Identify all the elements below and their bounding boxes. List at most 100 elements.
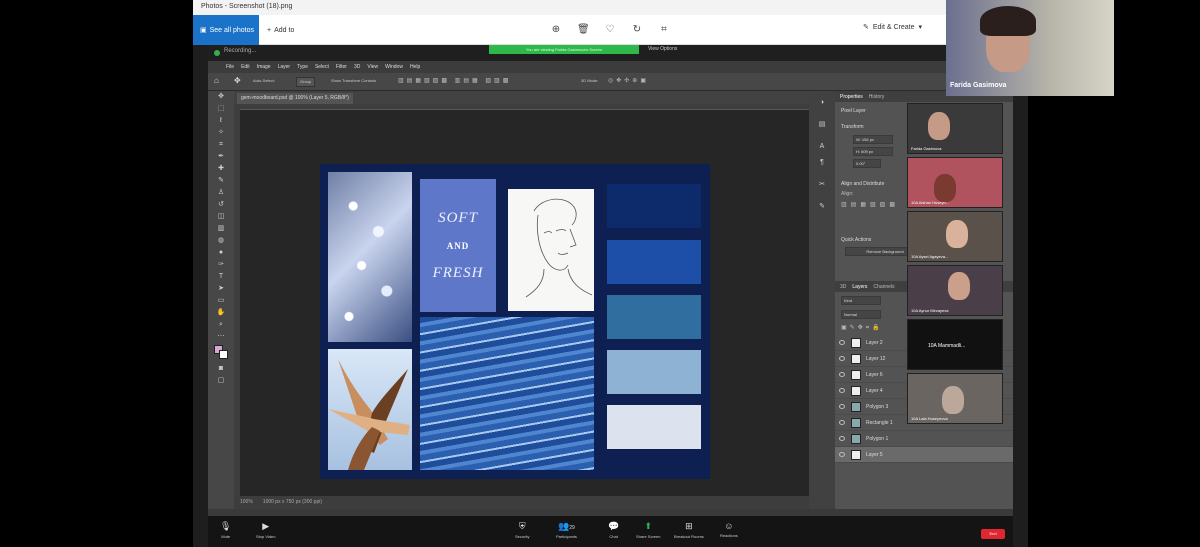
magic-wand-icon[interactable]: ✧	[208, 127, 234, 139]
screen-mode-icon[interactable]: ▢	[208, 375, 234, 387]
eye-icon[interactable]	[839, 388, 845, 393]
layer-row[interactable]: Polygon 1	[835, 431, 1013, 447]
gradient-tool-icon[interactable]: ▥	[208, 223, 234, 235]
share-screen-button[interactable]: ⬆ Share Screen	[636, 521, 660, 539]
eye-icon[interactable]	[839, 404, 845, 409]
menu-window[interactable]: Window	[385, 64, 403, 70]
tab-history[interactable]: History	[869, 94, 885, 100]
participant-tile[interactable]: 10A Mammadli...	[907, 319, 1003, 370]
healing-brush-icon[interactable]: ✚	[208, 163, 234, 175]
paragraph-icon[interactable]: ¶	[809, 157, 835, 169]
eraser-icon[interactable]: ◫	[208, 211, 234, 223]
crop-tool-icon[interactable]: ⌗	[208, 139, 234, 151]
align-buttons[interactable]: ▥▤▦▧▨▩	[841, 201, 899, 208]
view-options-button[interactable]: View Options	[648, 46, 677, 52]
home-icon[interactable]: ⌂	[214, 76, 219, 85]
brush-tool-icon[interactable]: ✎	[208, 175, 234, 187]
pen-tool-icon[interactable]: ✑	[208, 259, 234, 271]
menu-image[interactable]: Image	[257, 64, 271, 70]
participant-name: 10A Aynur Mirzayeva	[911, 308, 949, 313]
participant-name: 10A Aysel Agayeva...	[911, 254, 949, 259]
angle-field[interactable]: 0.00°	[853, 159, 881, 168]
document-tab[interactable]: gem-moodboard.psd @ 100% (Layer 5, RGB/8…	[237, 93, 353, 104]
menu-help[interactable]: Help	[410, 64, 420, 70]
eye-icon[interactable]	[839, 340, 845, 345]
menu-view[interactable]: View	[367, 64, 378, 70]
stamp-tool-icon[interactable]: ♙	[208, 187, 234, 199]
character-icon[interactable]: A	[809, 141, 835, 153]
dodge-tool-icon[interactable]: ●	[208, 247, 234, 259]
more-tools-icon[interactable]: ⋯	[208, 331, 234, 343]
path-select-icon[interactable]: ➤	[208, 283, 234, 295]
auto-select-dropdown[interactable]: Group	[296, 77, 316, 87]
tab-3d[interactable]: 3D	[840, 284, 846, 290]
menu-filter[interactable]: Filter	[336, 64, 347, 70]
layer-kind-filter[interactable]: Kind	[841, 296, 881, 305]
menu-edit[interactable]: Edit	[241, 64, 250, 70]
participant-tile[interactable]: 10A Lala Huseynova	[907, 373, 1003, 424]
eye-icon[interactable]	[839, 452, 845, 457]
tab-channels[interactable]: Channels	[873, 284, 894, 290]
blur-tool-icon[interactable]: ◍	[208, 235, 234, 247]
height-field[interactable]: H: 609 px	[853, 147, 893, 156]
mute-button[interactable]: 🎙 Mute	[220, 521, 231, 539]
blend-mode-dropdown[interactable]: Normal	[841, 310, 881, 319]
end-meeting-button[interactable]: End	[981, 529, 1005, 539]
type-tool-icon[interactable]: T	[208, 271, 234, 283]
menu-select[interactable]: Select	[315, 64, 329, 70]
color-swatches[interactable]	[208, 343, 234, 363]
chat-button[interactable]: 💬 Chat	[608, 521, 619, 539]
menu-3d[interactable]: 3D	[354, 64, 360, 70]
menu-layer[interactable]: Layer	[278, 64, 291, 70]
menu-file[interactable]: File	[226, 64, 234, 70]
participant-tile[interactable]: 10A Aynur Mirzayeva	[907, 265, 1003, 316]
stop-video-button[interactable]: ▶ Stop Video	[256, 521, 276, 539]
lasso-tool-icon[interactable]: ℓ	[208, 115, 234, 127]
eye-icon[interactable]	[839, 356, 845, 361]
favorite-icon[interactable]: ♡	[604, 24, 616, 36]
menu-type[interactable]: Type	[297, 64, 308, 70]
security-button[interactable]: ⛨ Security	[515, 521, 529, 539]
rotate-icon[interactable]: ↻	[631, 24, 643, 36]
participant-tile[interactable]: 10A Aysel Agayeva...	[907, 211, 1003, 262]
hand-tool-icon[interactable]: ✋	[208, 307, 234, 319]
eye-icon[interactable]	[839, 372, 845, 377]
eye-icon[interactable]	[839, 436, 845, 441]
layer-name: Layer 5	[866, 452, 883, 458]
align-icons[interactable]: ▥▤▦▧▨▩ ▥▤▦ ▧▨▩	[398, 77, 511, 84]
tab-properties[interactable]: Properties	[840, 94, 863, 100]
width-field[interactable]: W: 156 px	[853, 135, 893, 144]
breakout-rooms-button[interactable]: ⊞ Breakout Rooms	[674, 521, 704, 539]
adjustments-icon[interactable]: ◑	[809, 97, 835, 109]
see-all-photos-button[interactable]: ▣ See all photos	[193, 15, 259, 45]
participant-tile[interactable]: Farida Gasimova	[907, 103, 1003, 154]
history-brush-icon[interactable]: ↺	[208, 199, 234, 211]
zoom-tool-icon[interactable]: ⌕	[208, 319, 234, 331]
delete-icon[interactable]: 🗑	[577, 24, 590, 36]
zoom-level[interactable]: 100%	[240, 499, 253, 506]
zoom-icon[interactable]: ⊕	[550, 24, 562, 36]
add-to-button[interactable]: + Add to	[263, 15, 294, 45]
moodboard-canvas[interactable]: SOFT AND FRESH	[320, 164, 710, 479]
participant-face	[934, 174, 956, 202]
brushes-icon[interactable]: ✎	[809, 201, 835, 213]
participants-button[interactable]: 👥29 Participants	[556, 521, 577, 539]
marquee-tool-icon[interactable]: ⬚	[208, 103, 234, 115]
crop-icon[interactable]: ⌗	[658, 24, 670, 36]
layer-row-selected[interactable]: Layer 5	[835, 447, 1013, 463]
lock-icons[interactable]: ▣✎✥⌗🔒	[841, 324, 883, 332]
show-transform-checkbox[interactable]: Show Transform Controls	[328, 77, 379, 87]
edit-create-button[interactable]: ✎ Edit & Create ▾	[863, 23, 922, 32]
eye-icon[interactable]	[839, 420, 845, 425]
eyedropper-icon[interactable]: ✒	[208, 151, 234, 163]
libraries-icon[interactable]: ▤	[809, 119, 835, 131]
3d-mode-icons[interactable]: ◎✥✣⊕▣	[608, 77, 649, 84]
tab-layers[interactable]: Layers	[852, 284, 867, 290]
move-tool-icon[interactable]: ✥	[208, 91, 234, 103]
participant-tile[interactable]: 10A Aishan Huseyn...	[907, 157, 1003, 208]
shape-tool-icon[interactable]: ▭	[208, 295, 234, 307]
tools-icon[interactable]: ✂	[809, 179, 835, 191]
move-tool-icon[interactable]: ✥	[234, 76, 241, 85]
reactions-button[interactable]: ☺ Reactions	[720, 521, 738, 538]
quick-mask-icon[interactable]: ◙	[208, 363, 234, 375]
